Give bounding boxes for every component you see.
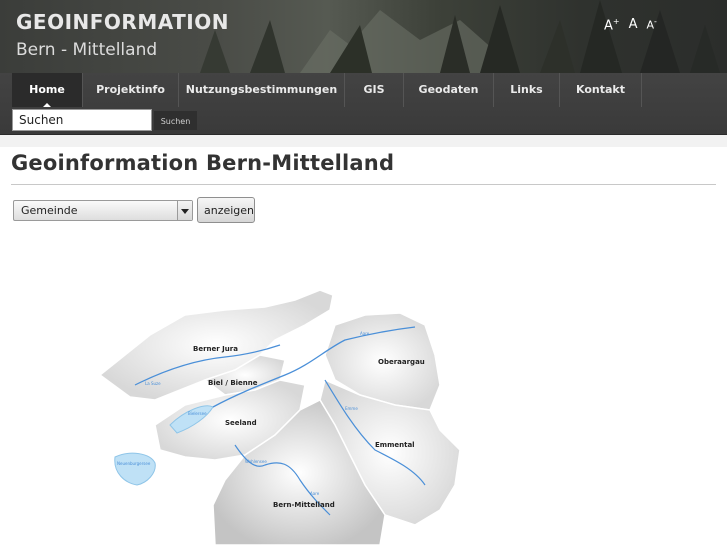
gemeinde-select-value: Gemeinde <box>21 204 78 217</box>
font-reset-button[interactable]: A <box>629 17 638 33</box>
font-increase-button[interactable]: A+ <box>604 17 620 33</box>
label-aare-south: Aare <box>310 491 320 496</box>
gemeinde-select[interactable]: Gemeinde <box>13 200 193 221</box>
nav-item-projektinfo[interactable]: Projektinfo <box>83 73 179 107</box>
page-title: Geoinformation Bern-Mittelland <box>11 151 395 175</box>
nav-item-kontakt[interactable]: Kontakt <box>560 73 642 107</box>
nav-item-home[interactable]: Home <box>12 73 83 107</box>
label-neuenburgersee: Neuenburgersee <box>117 461 151 466</box>
chevron-down-icon <box>177 201 192 220</box>
nav-item-links[interactable]: Links <box>494 73 560 107</box>
label-emmental: Emmental <box>375 441 415 449</box>
lake-neuenburgersee <box>114 452 156 486</box>
region-map[interactable]: Berner Jura Biel / Bienne Seeland Oberaa… <box>95 285 465 545</box>
nav-menu: Home Projektinfo Nutzungsbestimmungen GI… <box>12 73 642 107</box>
nav-item-nutzungsbestimmungen[interactable]: Nutzungsbestimmungen <box>179 73 345 107</box>
label-emme: Emme <box>345 406 358 411</box>
label-la-suze: La Suze <box>145 381 161 386</box>
label-biel-bienne: Biel / Bienne <box>208 379 258 387</box>
title-divider <box>11 184 716 185</box>
site-header: GEOINFORMATION Bern - Mittelland A+ A A- <box>0 0 727 73</box>
label-bielersee: Bielersee <box>188 411 207 416</box>
label-wohlensee: Wohlensee <box>245 459 267 464</box>
content-top-strip <box>0 135 727 147</box>
font-decrease-button[interactable]: A- <box>647 17 657 33</box>
site-subtitle: Bern - Mittelland <box>16 40 158 60</box>
show-button[interactable]: anzeigen <box>197 197 255 223</box>
label-berner-jura: Berner Jura <box>193 345 238 353</box>
label-bern-mittelland: Bern-Mittelland <box>273 501 335 509</box>
font-size-controls: A+ A A- <box>604 17 657 33</box>
site-title[interactable]: GEOINFORMATION <box>16 10 229 34</box>
label-seeland: Seeland <box>225 419 257 427</box>
main-navigation: Home Projektinfo Nutzungsbestimmungen GI… <box>0 73 727 135</box>
label-aare: Aare <box>360 331 370 336</box>
nav-item-geodaten[interactable]: Geodaten <box>404 73 494 107</box>
search-input[interactable] <box>12 109 152 131</box>
label-oberaargau: Oberaargau <box>378 358 425 366</box>
search-button[interactable]: Suchen <box>154 111 197 130</box>
nav-item-gis[interactable]: GIS <box>345 73 404 107</box>
